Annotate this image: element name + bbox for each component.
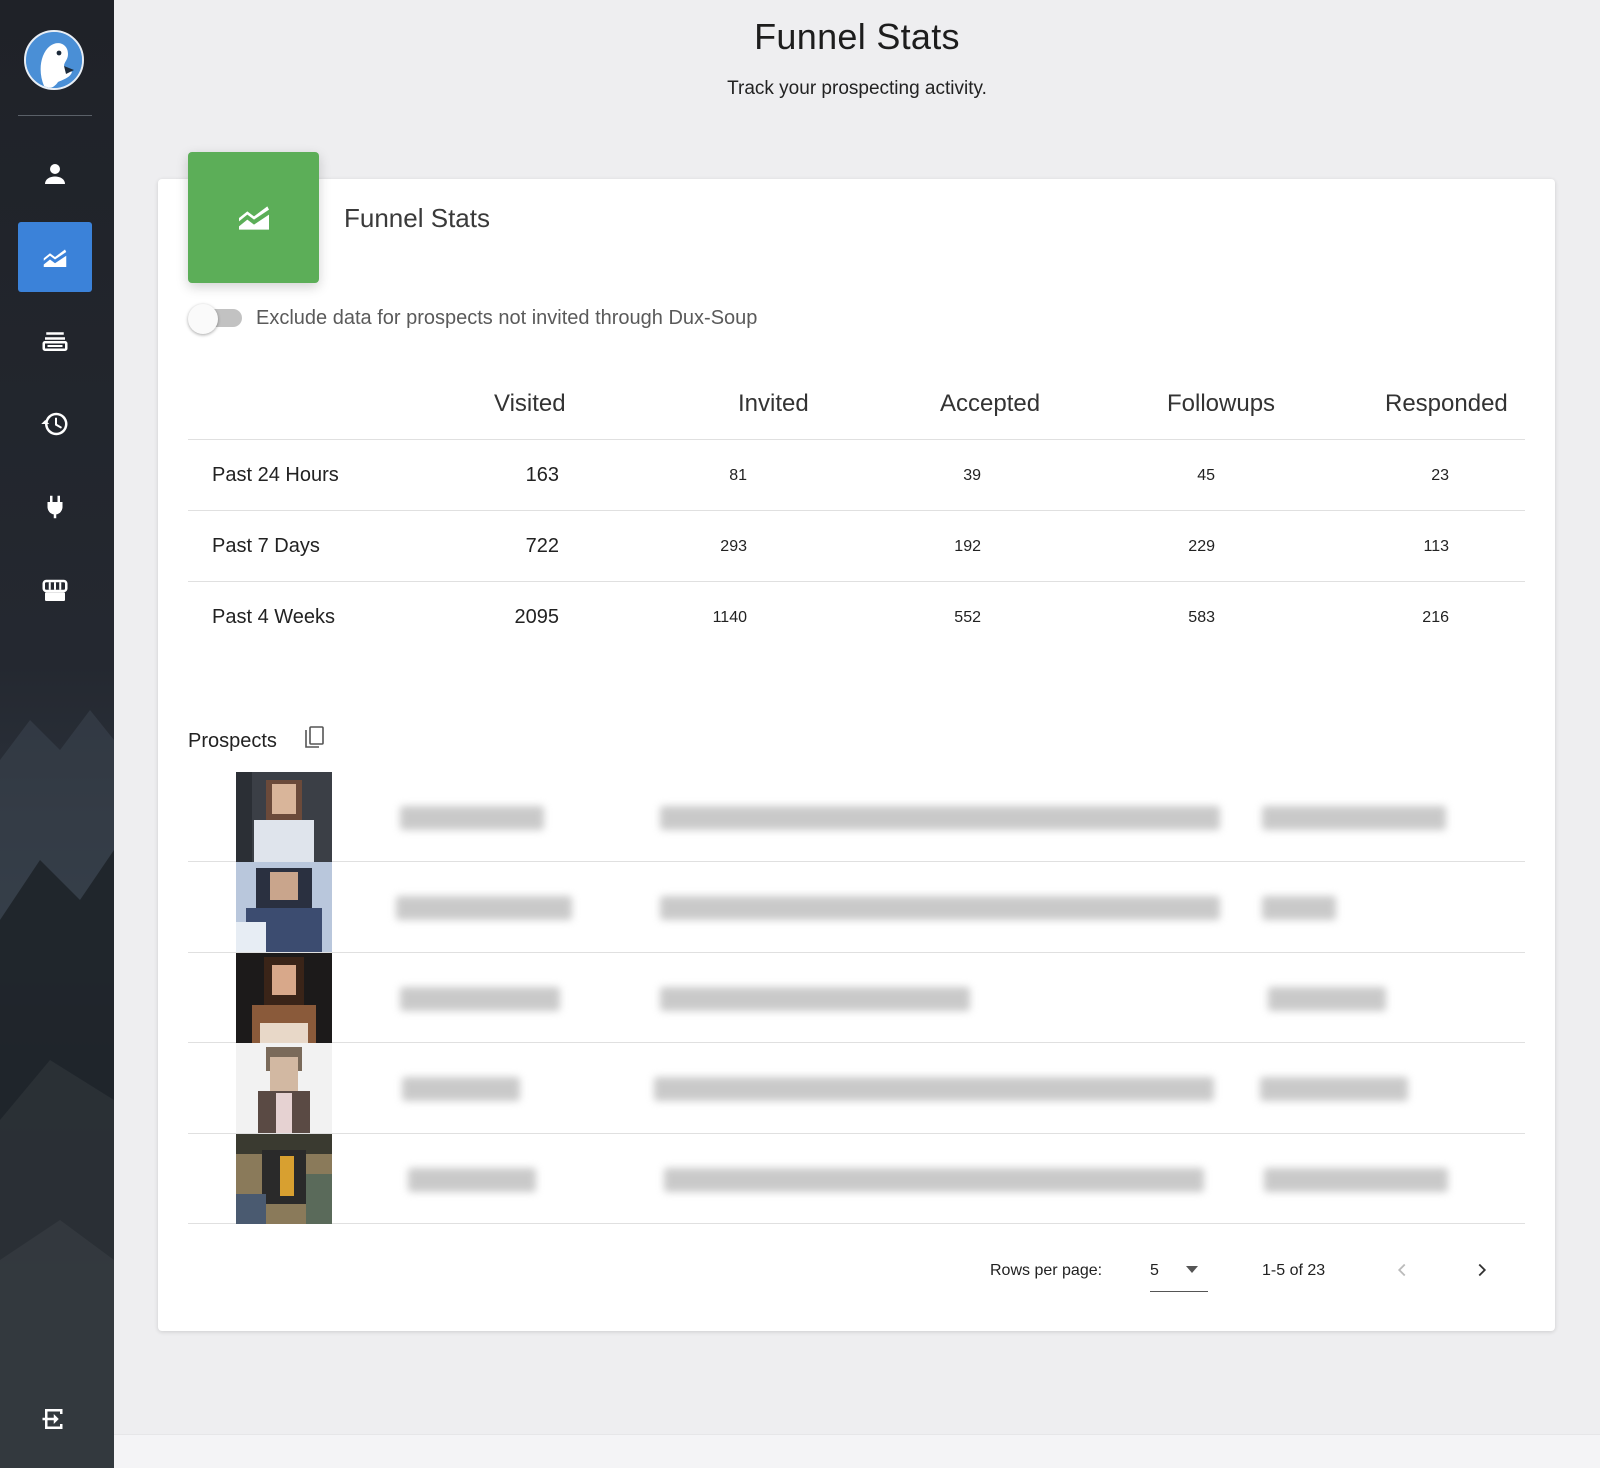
sidebar-divider: [18, 115, 92, 116]
invited-value: 1140: [712, 609, 747, 626]
prospect-company-redacted: [1268, 986, 1386, 1011]
prospect-avatar: [236, 862, 332, 953]
sidebar-item-history[interactable]: [18, 389, 92, 459]
plug-icon: [47, 495, 63, 519]
exclude-toggle-label: Exclude data for prospects not invited t…: [256, 306, 758, 329]
followups-value: 45: [1197, 467, 1215, 484]
accepted-value: 552: [954, 609, 981, 626]
next-page-button[interactable]: [1468, 1256, 1496, 1284]
column-header-invited: Invited: [738, 390, 809, 417]
pagination-range: 1-5 of 23: [1262, 1262, 1326, 1279]
prospect-company-redacted: [1262, 896, 1336, 921]
visited-value: 2095: [514, 606, 560, 628]
prospect-headline-redacted: [660, 986, 970, 1011]
column-header-followups: Followups: [1167, 390, 1276, 417]
accepted-value: 192: [954, 538, 981, 555]
stats-row-past-7-days: Past 7 Days 722 293 192 229 113: [188, 511, 1525, 582]
prospect-avatar: [236, 1043, 332, 1134]
column-header-responded: Responded: [1385, 390, 1508, 417]
prospects-title: Prospects: [188, 730, 277, 752]
prospect-row[interactable]: [188, 772, 1525, 863]
row-label: Past 24 Hours: [212, 464, 339, 486]
rows-per-page-select[interactable]: 5: [1150, 1256, 1208, 1292]
page-subtitle: Track your prospecting activity.: [727, 78, 987, 99]
prospect-avatar: [236, 952, 332, 1043]
stats-row-past-4-weeks: Past 4 Weeks 2095 1140 552 583 216: [188, 582, 1525, 653]
prospect-avatar: [236, 1133, 332, 1224]
responded-value: 23: [1431, 467, 1449, 484]
sidebar-item-profile[interactable]: [18, 139, 92, 209]
visited-value: 722: [525, 535, 559, 557]
copy-icon[interactable]: [304, 726, 326, 750]
column-header-accepted: Accepted: [940, 390, 1041, 417]
sidebar-logout[interactable]: [18, 1396, 92, 1442]
row-label: Past 7 Days: [212, 535, 320, 557]
prospect-headline-redacted: [660, 896, 1220, 921]
prospect-name-redacted: [402, 1077, 520, 1102]
exclude-toggle-row: Exclude data for prospects not invited t…: [188, 304, 758, 334]
prospect-row[interactable]: [188, 952, 1525, 1044]
visited-value: 163: [525, 464, 559, 486]
stats-table: Visited Invited Accepted Followups Respo…: [188, 376, 1525, 653]
prospect-headline-redacted: [654, 1077, 1214, 1102]
invited-value: 81: [729, 467, 747, 484]
toggle-knob: [188, 304, 218, 334]
prospects-list: [188, 772, 1525, 1224]
store-icon: [42, 579, 68, 601]
logout-icon: [42, 1409, 63, 1429]
accepted-value: 39: [963, 467, 981, 484]
rows-per-page-label: Rows per page:: [990, 1262, 1103, 1279]
prospect-name-redacted: [408, 1167, 536, 1192]
history-icon: [41, 412, 68, 436]
prospect-name-redacted: [400, 806, 544, 830]
prospect-headline-redacted: [660, 806, 1220, 830]
stats-row-past-24-hours: Past 24 Hours 163 81 39 45 23: [188, 440, 1525, 511]
prospect-headline-redacted: [664, 1167, 1204, 1192]
prospect-row[interactable]: [188, 862, 1525, 953]
row-label: Past 4 Weeks: [212, 606, 336, 628]
footer-strip: [114, 1434, 1600, 1468]
prospect-row[interactable]: [188, 1043, 1525, 1134]
rows-per-page-value: 5: [1150, 1262, 1159, 1279]
chevron-left-icon: [1397, 1263, 1406, 1277]
responded-value: 113: [1423, 538, 1449, 555]
sidebar-item-funnel-stats[interactable]: [18, 222, 92, 292]
invited-value: 293: [720, 538, 747, 555]
column-header-visited: Visited: [494, 390, 566, 417]
prospect-row[interactable]: [188, 1133, 1525, 1224]
responded-value: 216: [1422, 609, 1449, 626]
followups-value: 583: [1188, 609, 1215, 626]
card-header-icon-box: [188, 152, 319, 283]
sidebar-item-queue[interactable]: [18, 306, 92, 376]
dropdown-caret-icon: [1186, 1266, 1198, 1273]
card-title: Funnel Stats: [344, 203, 490, 233]
prospect-company-redacted: [1260, 1077, 1408, 1102]
page-title: Funnel Stats: [754, 16, 960, 57]
dux-soup-logo[interactable]: [24, 30, 84, 90]
sidebar-background-mountain: [0, 710, 114, 1468]
stats-header-row: Visited Invited Accepted Followups Respo…: [188, 376, 1525, 440]
funnel-stats-chart-icon: [43, 249, 67, 267]
followups-value: 229: [1188, 538, 1215, 555]
queue-list-icon: [42, 332, 68, 351]
person-icon: [45, 164, 65, 184]
prospect-company-redacted: [1262, 806, 1446, 830]
prospect-name-redacted: [396, 896, 572, 921]
previous-page-button[interactable]: [1388, 1256, 1416, 1284]
prospect-avatar: [236, 772, 332, 862]
area-chart-icon: [238, 205, 269, 230]
chevron-right-icon: [1478, 1263, 1487, 1277]
prospect-name-redacted: [400, 986, 560, 1011]
duck-logo-icon: [26, 32, 82, 88]
exclude-toggle[interactable]: [188, 304, 244, 334]
sidebar-item-store[interactable]: [18, 556, 92, 626]
sidebar-item-integrations[interactable]: [18, 472, 92, 542]
sidebar: [0, 0, 114, 1468]
prospect-company-redacted: [1264, 1167, 1448, 1192]
